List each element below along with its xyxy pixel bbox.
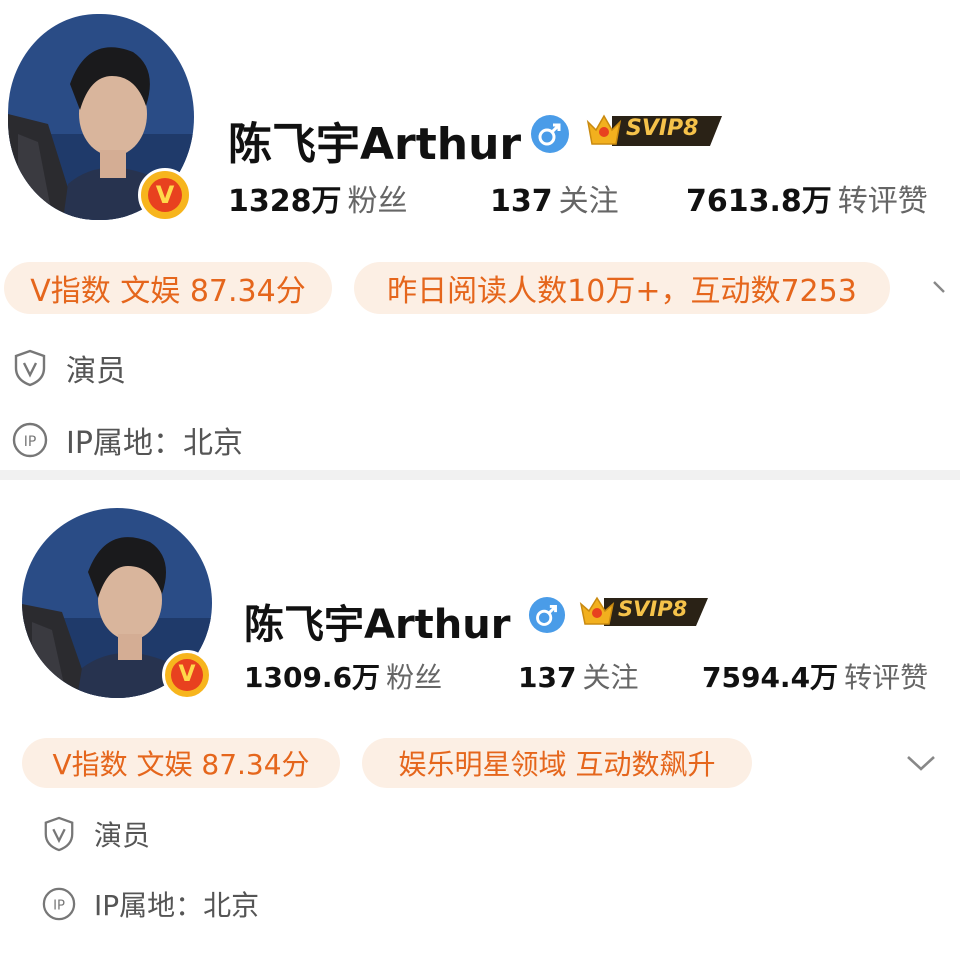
shield-v-icon <box>14 349 46 387</box>
verified-badge-icon: V <box>138 168 192 222</box>
stat-engagements[interactable]: 7594.4万 转评赞 <box>702 656 928 696</box>
stat-followers[interactable]: 1309.6万 粉丝 <box>244 656 442 696</box>
ip-icon: IP <box>42 887 76 921</box>
male-icon <box>528 596 566 634</box>
chevron-down-icon[interactable] <box>930 278 956 298</box>
info-occupation: 演员 <box>42 814 150 854</box>
info-ip-location: IP IP属地：北京 <box>12 418 243 462</box>
stat-following[interactable]: 137 关注 <box>518 656 638 696</box>
profile-name: 陈飞宇Arthur <box>244 602 511 648</box>
tag-reading-stats[interactable]: 昨日阅读人数10万+，互动数7253 <box>354 262 890 314</box>
svg-text:IP: IP <box>24 434 37 450</box>
profile-card-top: V 陈飞宇Arthur SVIP8 1328万 粉丝 137 关注 7613.8万转… <box>0 0 960 470</box>
profile-name: 陈飞宇Arthur <box>228 119 522 170</box>
tag-domain-trend[interactable]: 娱乐明星领域 互动数飙升 <box>362 738 752 788</box>
chevron-down-icon[interactable] <box>904 752 938 774</box>
info-ip-location: IP IP属地：北京 <box>42 884 259 924</box>
ip-icon: IP <box>12 422 48 458</box>
shield-v-icon <box>44 816 74 852</box>
svip-badge[interactable]: SVIP8 <box>576 592 712 632</box>
svg-text:IP: IP <box>53 899 65 914</box>
tag-v-index[interactable]: V指数 文娱 87.34分 <box>4 262 332 314</box>
info-occupation: 演员 <box>12 346 126 390</box>
tag-v-index[interactable]: V指数 文娱 87.34分 <box>22 738 340 788</box>
svip-badge[interactable]: SVIP8 <box>582 110 726 152</box>
profile-card-bottom: V 陈飞宇Arthur SVIP8 1309.6万 粉丝 137 关注 7594.4… <box>0 480 960 960</box>
male-icon <box>531 115 569 153</box>
stat-followers[interactable]: 1328万 粉丝 <box>228 176 408 220</box>
verified-badge-icon: V <box>162 650 212 700</box>
panel-divider <box>0 470 960 480</box>
stat-engagements[interactable]: 7613.8万 转评赞 <box>686 176 928 220</box>
stat-following[interactable]: 137 关注 <box>490 176 619 220</box>
